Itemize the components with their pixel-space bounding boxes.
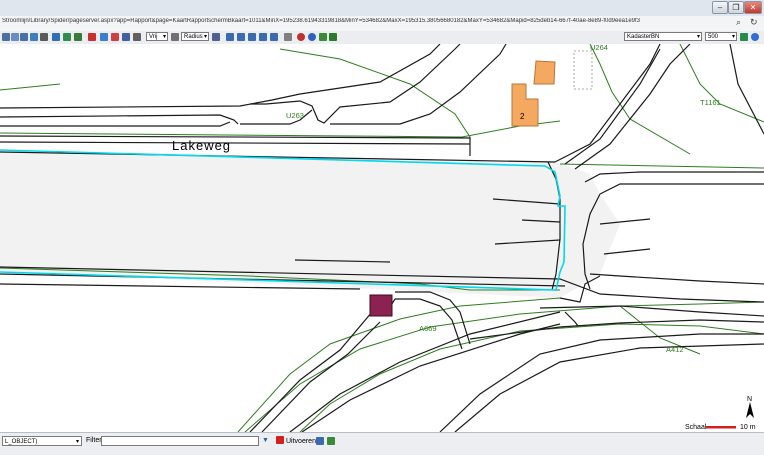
radius-dropdown[interactable]: Radius ▾ [181,32,209,41]
tool-e-icon[interactable] [270,33,278,41]
parcel-label-u263: U263 [286,111,304,120]
photo-icon[interactable] [319,33,327,41]
layers-icon[interactable] [52,33,60,41]
map-svg[interactable]: Lakeweg U264 U263 T1161 A669 A412 2 Scha… [0,44,764,432]
help-icon[interactable] [751,33,759,41]
run-label: Uitvoeren [286,438,316,445]
globe-icon[interactable] [308,33,316,41]
map-toolbar: Vrij ▾ Radius ▾ KadasterBN ▾ 500 ▾ [0,31,764,45]
zoom-search-icon[interactable] [11,33,19,41]
chevron-down-icon: ▾ [696,34,700,40]
tool-d-icon[interactable] [259,33,267,41]
pan-icon[interactable] [40,33,48,41]
radius-value: Radius [184,34,203,40]
scale-label: Schaal [685,424,707,431]
tool-b-icon[interactable] [237,33,245,41]
scale-select-value: 500 [708,34,719,40]
refresh-icon[interactable]: ↻ [750,17,758,28]
layer-value: KadasterBN [627,34,660,40]
parcel-label-t1161: T1161 [700,98,721,107]
scale-bar [706,426,736,429]
run-icon [276,436,284,444]
table-export-icon[interactable] [327,437,335,445]
legend-icon[interactable] [740,33,748,41]
chevron-down-icon: ▾ [75,439,79,445]
zoom-in-icon[interactable] [2,33,10,41]
table-icon[interactable] [63,33,71,41]
filter-label: Filter [86,437,102,444]
dashed-outline-u264 [573,50,593,90]
north-arrow-icon [746,402,754,418]
location-marker[interactable] [369,294,393,317]
minimize-button[interactable]: – [712,1,728,14]
maximize-button[interactable]: ❐ [728,1,744,14]
scale-dropdown[interactable]: 500 ▾ [705,32,737,41]
export-icon[interactable] [316,437,324,445]
url-text[interactable]: Stroomlijn/Library/Spider/pageserver.asp… [2,18,722,24]
chevron-down-icon: ▾ [162,34,166,40]
window-titlebar: – ❐ ✕ [0,0,764,16]
cursor-icon[interactable] [171,33,179,41]
info-icon[interactable] [100,33,108,41]
target-icon[interactable] [297,33,305,41]
scale-value: 10 m [740,424,756,431]
select-mode-value: Vrij [149,34,158,40]
filter-bar: L_OBJECT) ▾ Filter ▼ Uitvoeren [0,432,764,455]
refresh-map-icon[interactable] [30,33,38,41]
select-mode-dropdown[interactable]: Vrij ▾ [146,32,168,41]
select-icon[interactable] [122,33,130,41]
chevron-down-icon: ▾ [203,34,207,40]
building-parcel-small[interactable] [533,60,556,85]
measure-icon[interactable] [88,33,96,41]
close-button[interactable]: ✕ [744,1,762,14]
parcel-label-a412: A412 [666,345,684,354]
zoom-out-icon[interactable] [20,33,28,41]
object-value: L_OBJECT) [5,439,38,445]
tool-a-icon[interactable] [226,33,234,41]
building-parcel-2[interactable] [511,83,539,127]
grid-icon[interactable] [74,33,82,41]
layer-dropdown[interactable]: KadasterBN ▾ [624,32,702,41]
object-dropdown[interactable]: L_OBJECT) ▾ [2,436,82,446]
radius-tool-icon[interactable] [212,33,220,41]
run-button[interactable]: Uitvoeren [276,436,316,446]
chevron-down-icon: ▾ [731,34,735,40]
tool-c-icon[interactable] [248,33,256,41]
back-icon[interactable] [284,33,292,41]
street-label: Lakeweg [172,138,231,153]
north-label: N [747,396,752,403]
map-canvas[interactable]: Lakeweg U264 U263 T1161 A669 A412 2 Scha… [0,44,764,432]
address-bar[interactable]: Stroomlijn/Library/Spider/pageserver.asp… [0,16,764,32]
building-label: 2 [520,112,525,121]
print-icon[interactable] [133,33,141,41]
filter-icon[interactable]: ▼ [262,436,269,446]
parcel-label-a669: A669 [419,324,437,333]
search-icon[interactable]: ⌕ [736,17,741,28]
filter-input[interactable] [101,436,259,446]
flag-icon[interactable] [111,33,119,41]
parcel-label-u264: U264 [590,44,608,52]
grid-view-icon[interactable] [329,33,337,41]
